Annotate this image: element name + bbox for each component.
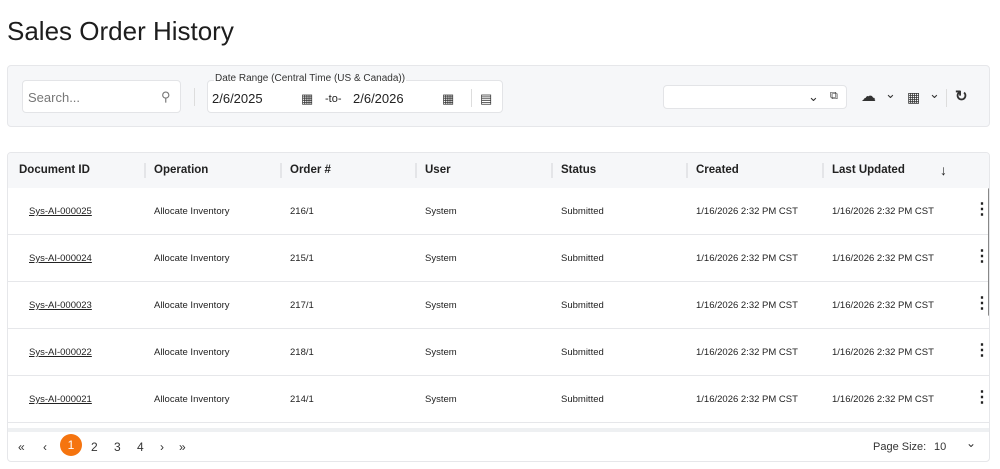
table-row[interactable]: Sys-AI-000022 Allocate Inventory 218/1 Syst… xyxy=(8,329,989,376)
column-separator[interactable] xyxy=(280,163,282,178)
row-actions-icon[interactable]: ⋮ xyxy=(974,343,989,359)
table-cell: Allocate Inventory xyxy=(154,394,230,405)
page-size-select[interactable]: 10 xyxy=(934,441,946,453)
view-select[interactable]: ⌄ ⧉ xyxy=(663,85,847,109)
first-page-icon[interactable]: « xyxy=(18,440,25,454)
sort-descending-icon[interactable]: ↓ xyxy=(940,162,947,178)
table-cell: Submitted xyxy=(561,347,604,358)
document-id-link[interactable]: Sys-AI-000022 xyxy=(29,347,92,358)
table-cell: Sys-AI-000021 xyxy=(29,394,92,405)
column-header[interactable]: Last Updated xyxy=(832,164,905,176)
date-range-label: Date Range (Central Time (US & Canada)) xyxy=(214,73,407,84)
table-cell: 1/16/2026 2:32 PM CST xyxy=(696,394,798,405)
column-header[interactable]: User xyxy=(425,164,451,176)
search-icon[interactable]: ⚲ xyxy=(161,90,171,103)
order-history-table: Document ID Operation Order # User Status Cre… xyxy=(7,152,990,462)
table-cell: Allocate Inventory xyxy=(154,300,230,311)
refresh-icon[interactable]: ↻ xyxy=(955,89,968,104)
table-cell: 1/16/2026 2:32 PM CST xyxy=(696,206,798,217)
column-separator[interactable] xyxy=(144,163,146,178)
table-cell: 1/16/2026 2:32 PM CST xyxy=(696,300,798,311)
column-header[interactable]: Document ID xyxy=(19,164,90,176)
date-range: 2/6/2025 ▦ -to- 2/6/2026 ▦ ▤ xyxy=(207,80,503,113)
page-title: Sales Order History xyxy=(7,16,234,46)
page-button-4[interactable]: 4 xyxy=(137,440,144,454)
copy-icon[interactable]: ⧉ xyxy=(830,91,838,102)
table-cell: System xyxy=(425,253,457,264)
column-separator[interactable] xyxy=(415,163,417,178)
search-input[interactable]: Search... ⚲ xyxy=(22,80,181,113)
table-cell: 1/16/2026 2:32 PM CST xyxy=(832,347,934,358)
search-placeholder: Search... xyxy=(28,90,81,105)
table-cell: Submitted xyxy=(561,394,604,405)
document-id-link[interactable]: Sys-AI-000021 xyxy=(29,394,92,405)
date-separator: -to- xyxy=(325,93,342,105)
document-id-link[interactable]: Sys-AI-000024 xyxy=(29,253,92,264)
table-cell: Allocate Inventory xyxy=(154,206,230,217)
table-cell: 1/16/2026 2:32 PM CST xyxy=(832,394,934,405)
table-cell: System xyxy=(425,300,457,311)
column-header[interactable]: Created xyxy=(696,164,739,176)
page-button-2[interactable]: 2 xyxy=(91,440,98,454)
calendar-clock-icon[interactable]: ▤ xyxy=(480,92,492,105)
column-separator[interactable] xyxy=(822,163,824,178)
chevron-down-icon[interactable]: ⌄ xyxy=(929,87,940,100)
table-cell: 1/16/2026 2:32 PM CST xyxy=(696,347,798,358)
table-cell: 1/16/2026 2:32 PM CST xyxy=(832,300,934,311)
page-button-1[interactable]: 1 xyxy=(60,434,82,456)
next-page-icon[interactable]: › xyxy=(160,440,164,454)
table-cell: 217/1 xyxy=(290,300,314,311)
grid-icon[interactable]: ▦ xyxy=(907,90,920,104)
table-cell: Sys-AI-000022 xyxy=(29,347,92,358)
document-id-link[interactable]: Sys-AI-000023 xyxy=(29,300,92,311)
column-header[interactable]: Operation xyxy=(154,164,208,176)
date-from-input[interactable]: 2/6/2025 xyxy=(212,91,263,106)
chevron-down-icon[interactable]: ⌄ xyxy=(885,87,896,100)
table-cell: 216/1 xyxy=(290,206,314,217)
calendar-icon[interactable]: ▦ xyxy=(442,92,454,105)
table-cell: Submitted xyxy=(561,300,604,311)
table-cell: Allocate Inventory xyxy=(154,347,230,358)
table-cell: Sys-AI-000025 xyxy=(29,206,92,217)
table-cell: 215/1 xyxy=(290,253,314,264)
table-cell: 1/16/2026 2:32 PM CST xyxy=(832,253,934,264)
column-header[interactable]: Status xyxy=(561,164,596,176)
date-to-input[interactable]: 2/6/2026 xyxy=(353,91,404,106)
last-page-icon[interactable]: » xyxy=(179,440,186,454)
table-row[interactable]: Sys-AI-000024 Allocate Inventory 215/1 Syst… xyxy=(8,235,989,282)
table-cell: 218/1 xyxy=(290,347,314,358)
table-row[interactable]: Sys-AI-000025 Allocate Inventory 216/1 Syst… xyxy=(8,188,989,235)
table-cell: 1/16/2026 2:32 PM CST xyxy=(696,253,798,264)
table-cell: Submitted xyxy=(561,253,604,264)
table-cell: System xyxy=(425,394,457,405)
table-cell: Submitted xyxy=(561,206,604,217)
page-button-3[interactable]: 3 xyxy=(114,440,121,454)
table-row[interactable]: Sys-AI-000023 Allocate Inventory 217/1 Syst… xyxy=(8,282,989,329)
table-cell: System xyxy=(425,206,457,217)
row-actions-icon[interactable]: ⋮ xyxy=(974,390,989,406)
pagination: « ‹ 1 2 3 4 › » Page Size: 10 ⌄ xyxy=(8,428,989,461)
chevron-down-icon[interactable]: ⌄ xyxy=(966,436,976,450)
table-cell: Sys-AI-000024 xyxy=(29,253,92,264)
document-id-link[interactable]: Sys-AI-000025 xyxy=(29,206,92,217)
cloud-download-icon[interactable]: ☁ xyxy=(861,89,876,104)
table-cell: System xyxy=(425,347,457,358)
table-cell: 1/16/2026 2:32 PM CST xyxy=(832,206,934,217)
chevron-down-icon[interactable]: ⌄ xyxy=(808,90,819,103)
column-header[interactable]: Order # xyxy=(290,164,331,176)
prev-page-icon[interactable]: ‹ xyxy=(43,440,47,454)
table-header: Document ID Operation Order # User Status Cre… xyxy=(8,153,989,188)
calendar-icon[interactable]: ▦ xyxy=(301,92,313,105)
column-separator[interactable] xyxy=(551,163,553,178)
column-separator[interactable] xyxy=(686,163,688,178)
table-cell: Sys-AI-000023 xyxy=(29,300,92,311)
table-cell: 214/1 xyxy=(290,394,314,405)
table-row[interactable]: Sys-AI-000021 Allocate Inventory 214/1 Syst… xyxy=(8,376,989,423)
scrollbar[interactable] xyxy=(988,188,989,316)
page-size-label: Page Size: xyxy=(873,441,927,453)
table-cell: Allocate Inventory xyxy=(154,253,230,264)
